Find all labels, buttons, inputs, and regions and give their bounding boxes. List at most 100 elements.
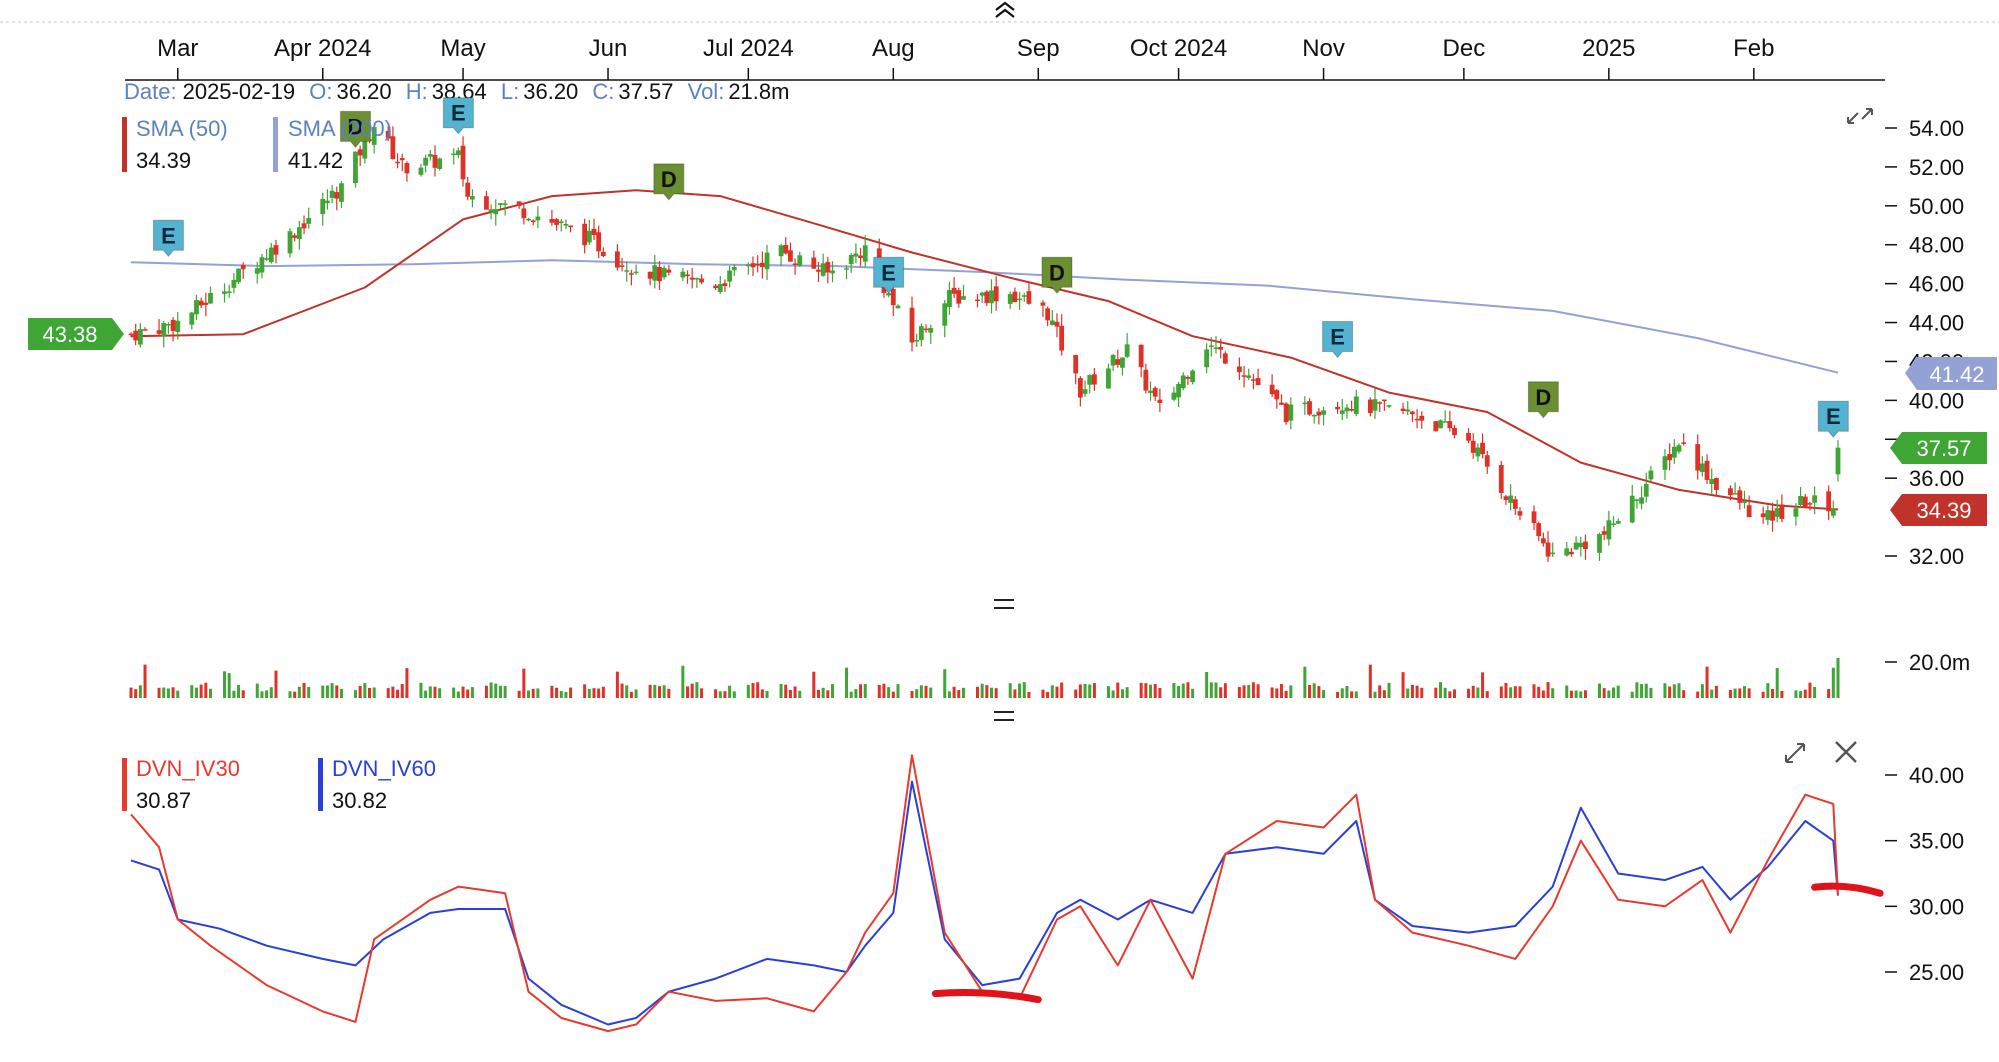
- price-axis-tick-label: 54.00: [1909, 116, 1964, 141]
- sma200-legend-value: 41.42: [288, 148, 343, 173]
- candle-body: [339, 183, 344, 202]
- candle-body: [137, 329, 143, 345]
- volume-bar: [1083, 683, 1087, 698]
- drag-handle-icon[interactable]: [994, 599, 1014, 609]
- candle-body: [535, 216, 541, 221]
- volume-bar: [237, 684, 241, 698]
- candle-body: [268, 247, 274, 263]
- event-marker[interactable]: E: [873, 256, 905, 295]
- sma50-legend-label: SMA (50): [136, 116, 228, 141]
- volume-bar: [1733, 688, 1737, 698]
- event-markers[interactable]: EDEDE DEDE: [152, 97, 1849, 438]
- candle-body: [1508, 495, 1514, 503]
- event-marker[interactable]: E: [152, 219, 184, 258]
- close-icon[interactable]: [1835, 741, 1857, 763]
- candle-body: [1779, 504, 1785, 519]
- candle-body: [975, 299, 980, 302]
- candle-body: [586, 230, 592, 243]
- event-marker[interactable]: E: [1322, 320, 1354, 359]
- volume-bar: [391, 686, 395, 698]
- candle-body: [661, 268, 667, 278]
- volume-bar: [1401, 672, 1405, 698]
- candle-body: [914, 340, 920, 342]
- candle-body: [423, 157, 429, 166]
- volume-bar: [1368, 664, 1372, 698]
- candle-body: [862, 245, 868, 262]
- price-axis-tick-label: 40.00: [1909, 388, 1964, 413]
- candle-body: [222, 291, 227, 294]
- volume-bar: [1747, 688, 1751, 698]
- volume-bar: [1251, 682, 1255, 698]
- volume-bar: [1728, 689, 1732, 698]
- volume-bar: [1602, 688, 1606, 698]
- candle-body: [301, 223, 307, 229]
- volume-bar: [985, 685, 989, 698]
- candle-body: [516, 201, 522, 207]
- candle-body: [1176, 383, 1181, 398]
- candle-body: [951, 287, 957, 294]
- candle-body: [1082, 389, 1088, 394]
- volume-bar: [452, 687, 456, 698]
- volume-bar: [929, 687, 933, 698]
- volume-bar: [1677, 683, 1681, 698]
- candle-body: [993, 286, 999, 302]
- candle-body: [582, 223, 588, 246]
- volume-bar: [1649, 687, 1653, 698]
- volume-bar: [994, 688, 998, 698]
- candle-body: [989, 290, 994, 304]
- volume-bar: [1106, 686, 1110, 698]
- candle-body: [1311, 414, 1317, 417]
- candle-body: [329, 190, 335, 198]
- candle-body: [1466, 432, 1471, 441]
- volume-bar: [1831, 667, 1835, 698]
- volume-bar: [1172, 683, 1176, 698]
- volume-bar: [555, 687, 559, 698]
- candle-body: [699, 278, 704, 283]
- volume-bar: [489, 682, 493, 698]
- candle-body: [437, 158, 443, 169]
- drag-handle-icon[interactable]: [994, 711, 1014, 721]
- double-chevron-up-icon[interactable]: [995, 1, 1015, 18]
- volume-bar: [265, 690, 269, 698]
- volume-bar: [363, 683, 367, 698]
- volume-bar: [1378, 685, 1382, 698]
- volume-bar: [1663, 683, 1667, 698]
- candlesticks: [128, 126, 1841, 562]
- volume-bar: [1078, 684, 1082, 698]
- volume-bar: [952, 686, 956, 698]
- candle-body: [502, 203, 508, 205]
- event-marker[interactable]: D: [1527, 381, 1559, 419]
- candle-body: [166, 324, 171, 326]
- candle-body: [1367, 399, 1373, 414]
- volume-bar: [1092, 683, 1096, 698]
- iv60-legend-swatch: [318, 758, 323, 811]
- expand-arrows-icon[interactable]: [1785, 743, 1805, 763]
- candle-body: [1564, 548, 1570, 556]
- candle-body: [1578, 542, 1584, 548]
- event-marker[interactable]: D: [1041, 256, 1073, 295]
- volume-bar: [891, 691, 895, 698]
- candle-body: [1442, 421, 1448, 423]
- candle-body: [1106, 368, 1111, 389]
- iv-axis-tick-label: 35.00: [1909, 829, 1964, 854]
- event-marker[interactable]: E: [442, 97, 474, 135]
- volume-bar: [798, 690, 802, 698]
- volume-bar: [1153, 684, 1157, 698]
- event-marker[interactable]: E: [1817, 400, 1849, 438]
- candle-body: [844, 268, 849, 270]
- volume-bar: [1672, 684, 1676, 698]
- event-marker-label: D: [661, 167, 677, 192]
- volume-bar: [1279, 684, 1283, 698]
- candle-body: [1171, 392, 1177, 400]
- expand-arrows-icon[interactable]: [1847, 108, 1873, 124]
- candle-body: [848, 255, 854, 265]
- volume-bar: [1714, 685, 1718, 698]
- volume-bar: [129, 687, 133, 698]
- candle-body: [521, 208, 527, 219]
- volume-bar: [1518, 686, 1522, 698]
- x-axis-tick-label: Dec: [1443, 35, 1486, 62]
- volume-bar: [1742, 686, 1746, 698]
- candle-body: [629, 273, 634, 275]
- event-marker[interactable]: D: [653, 163, 685, 201]
- candle-body: [1419, 415, 1425, 421]
